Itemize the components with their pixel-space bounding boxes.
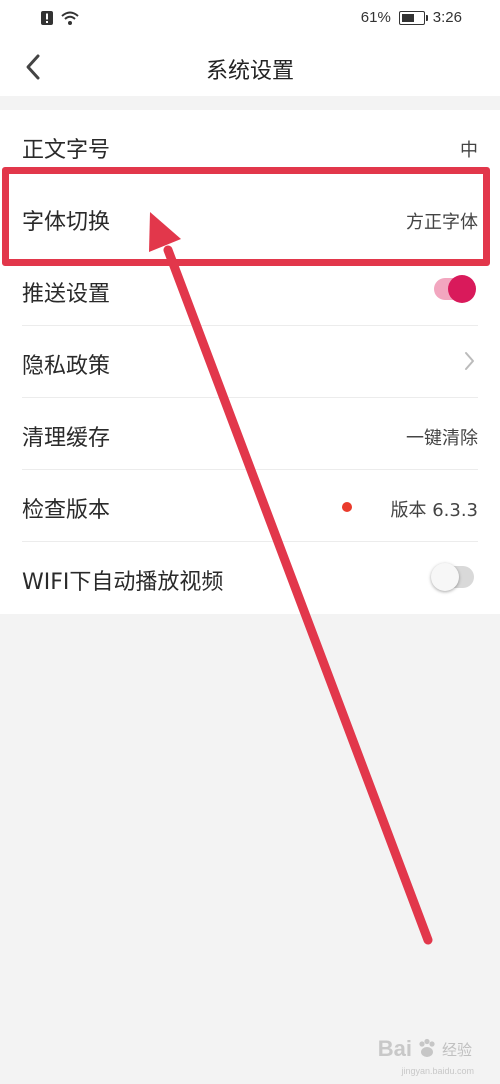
- setting-label: 清理缓存: [22, 426, 111, 451]
- settings-list: 正文字号 中 字体切换 方正字体 推送设置 隐私政策 清理缓存 一键清除 检查版…: [0, 110, 500, 614]
- toggle-knob: [448, 275, 476, 303]
- clock: 3:26: [432, 9, 462, 26]
- setting-push: 推送设置: [0, 254, 500, 326]
- status-left: [40, 10, 80, 26]
- setting-value: 中: [460, 140, 478, 161]
- status-bar: 61% 3:26: [0, 0, 500, 38]
- alert-icon: [41, 11, 53, 25]
- header-divider: [0, 96, 500, 110]
- setting-cache[interactable]: 清理缓存 一键清除: [0, 398, 500, 470]
- setting-privacy[interactable]: 隐私政策: [0, 326, 500, 398]
- setting-wifi-autoplay: WIFI下自动播放视频: [0, 542, 500, 614]
- setting-label: 隐私政策: [22, 354, 111, 379]
- setting-label: WIFI下自动播放视频: [22, 570, 224, 595]
- setting-value: 方正字体: [406, 212, 478, 233]
- battery-percent: 61%: [360, 9, 391, 26]
- setting-version[interactable]: 检查版本 版本 6.3.3: [0, 470, 500, 542]
- title-bar: 系统设置: [0, 38, 500, 96]
- setting-font-size[interactable]: 正文字号 中: [0, 110, 500, 182]
- toggle-knob: [431, 563, 459, 591]
- status-right: 61% 3:26: [361, 9, 462, 26]
- wifi-autoplay-toggle[interactable]: [431, 563, 474, 591]
- paw-icon: [419, 1038, 435, 1057]
- wifi-icon: [61, 11, 79, 25]
- page-title: 系统设置: [205, 59, 294, 84]
- update-dot-icon: [342, 502, 352, 512]
- watermark-url: jingyan.baidu.com: [401, 1066, 474, 1076]
- setting-label: 正文字号: [22, 138, 111, 163]
- setting-font-switch[interactable]: 字体切换 方正字体: [0, 182, 500, 254]
- chevron-right-icon: [465, 352, 474, 370]
- watermark-suffix: 经验: [441, 1041, 472, 1059]
- setting-label: 字体切换: [22, 210, 111, 235]
- setting-label: 推送设置: [22, 282, 111, 307]
- watermark: Bai 经验 jingyan.baidu.com: [377, 1036, 474, 1076]
- setting-value: 一键清除: [406, 428, 478, 449]
- battery-icon: [398, 10, 428, 25]
- watermark-brand: Bai: [377, 1036, 412, 1061]
- setting-value: 版本 6.3.3: [390, 500, 478, 521]
- setting-label: 检查版本: [22, 498, 111, 523]
- push-toggle[interactable]: [434, 275, 476, 303]
